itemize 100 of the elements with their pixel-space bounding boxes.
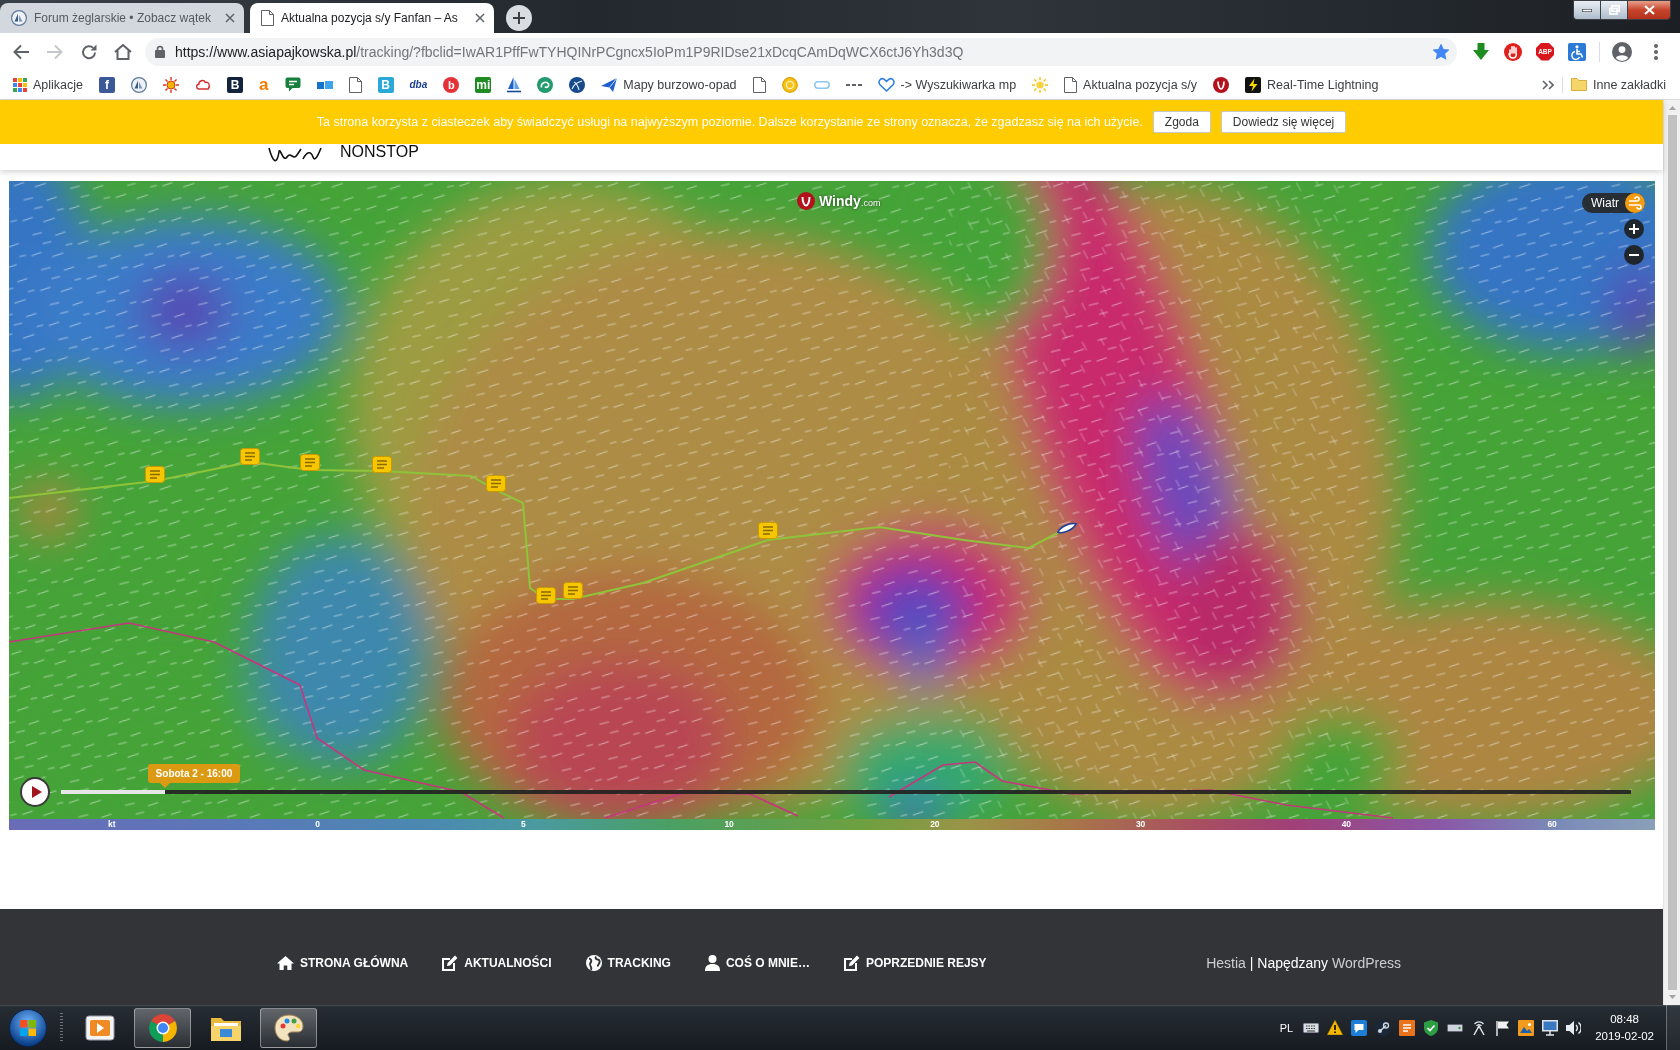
disc-logo-icon[interactable] (1213, 76, 1230, 93)
footer-menu-link[interactable]: AKTUALNOŚCI (442, 955, 552, 971)
note-marker-icon[interactable] (145, 466, 165, 483)
stop-hand-icon[interactable] (1504, 42, 1522, 61)
bookmark-link[interactable]: Aplikacje (5, 72, 92, 97)
minimize-button[interactable] (1573, 0, 1600, 20)
theme-link[interactable]: Hestia (1206, 955, 1246, 971)
taskbar-button[interactable] (260, 1007, 317, 1048)
play-tile-icon[interactable] (84, 1012, 115, 1043)
platform-link[interactable]: WordPress (1332, 955, 1401, 971)
reload-icon[interactable] (81, 43, 97, 60)
layer-button[interactable]: Wiatr (1582, 193, 1645, 213)
restore-button[interactable] (1600, 0, 1627, 20)
site-logo-text[interactable]: NONSTOP (340, 143, 419, 161)
plane-icon (601, 77, 618, 92)
bookmark-folder[interactable]: Inne zakładki (1563, 72, 1674, 97)
accept-button[interactable]: Zgoda (1152, 111, 1211, 133)
chat-icon[interactable] (1351, 1019, 1368, 1036)
lock-icon[interactable] (155, 45, 165, 58)
start-orb-icon[interactable] (9, 1008, 47, 1047)
bookmark-link[interactable]: Mapy burzowo-opad (593, 72, 745, 97)
plus-icon (1629, 224, 1639, 234)
note-marker-icon[interactable] (300, 454, 320, 471)
page-icon[interactable] (752, 76, 766, 93)
play-icon (31, 786, 42, 798)
legend-label: 40 (1341, 819, 1352, 830)
browser-tab[interactable]: Aktualna pozycja s/y Fanfan – As (250, 3, 494, 33)
palette-icon[interactable] (273, 1012, 304, 1043)
sailboat-icon[interactable] (507, 76, 522, 93)
footer-credit-text: Hestia | Napędzany WordPress (1206, 955, 1401, 971)
chat-bubble-icon[interactable] (284, 77, 301, 92)
letter-disc[interactable]: b (443, 76, 460, 93)
letter-tile[interactable]: f (99, 76, 116, 93)
heart-icon (877, 77, 895, 92)
close-icon[interactable] (225, 13, 235, 23)
swirl-icon[interactable] (537, 76, 554, 93)
note-marker-icon[interactable] (372, 456, 392, 473)
note-marker-icon[interactable] (536, 587, 556, 604)
footer-menu-link[interactable]: POPRZEDNIE REJSY (843, 955, 987, 971)
back-arrow-icon[interactable] (13, 43, 29, 60)
browser-icon[interactable] (147, 1012, 178, 1043)
footer-menu-link[interactable]: COŚ O MNIE… (704, 955, 810, 971)
timeline-track[interactable] (61, 790, 1631, 794)
monitor-icon[interactable] (1542, 1019, 1559, 1036)
browser-tab[interactable]: Forum żeglarskie • Zobacz wątek (0, 3, 244, 33)
more-bookmarks-icon[interactable] (1542, 79, 1555, 90)
menu-icon[interactable] (1654, 43, 1658, 60)
show-desktop-button[interactable] (1666, 1005, 1680, 1050)
wheelchair-icon[interactable] (1568, 42, 1586, 61)
letter-tile[interactable]: mi (475, 76, 492, 93)
shield-icon[interactable] (1423, 1019, 1440, 1036)
profile-icon[interactable] (1612, 41, 1632, 62)
home-icon[interactable] (114, 43, 132, 60)
note-marker-icon[interactable] (758, 522, 778, 539)
round-app-icon[interactable] (1375, 1019, 1392, 1036)
volume-icon[interactable] (1566, 1019, 1582, 1036)
letter-tile[interactable]: B (227, 76, 244, 93)
page-icon (1064, 76, 1078, 93)
note-marker-icon[interactable] (486, 475, 506, 492)
emblem-icon[interactable] (131, 76, 148, 93)
picture-icon[interactable] (1518, 1019, 1535, 1036)
close-window-button[interactable] (1627, 0, 1671, 20)
drive-icon[interactable] (1447, 1023, 1464, 1032)
clock[interactable]: 08:48 2019-02-02 (1595, 1010, 1654, 1045)
download-arrow-icon[interactable] (1473, 43, 1489, 60)
bookmark-link[interactable]: Aktualna pozycja s/y (1056, 72, 1206, 97)
warning-icon[interactable] (1327, 1020, 1344, 1035)
taskbar-button[interactable] (134, 1007, 191, 1048)
new-tab-button[interactable] (506, 5, 532, 31)
letter-logo[interactable]: dba (409, 76, 428, 93)
boat-icon[interactable] (1057, 522, 1077, 534)
keyboard-icon[interactable] (1303, 1022, 1320, 1033)
sun-face-icon[interactable] (163, 76, 180, 93)
globe-icon (585, 955, 602, 971)
bookmark-star-icon[interactable] (1433, 43, 1449, 60)
emblem-icon (11, 10, 27, 26)
bookmark-link[interactable]: Real-Time Lightning (1237, 72, 1387, 97)
blocks-icon[interactable] (316, 80, 333, 89)
note-marker-icon[interactable] (240, 448, 260, 465)
cloud-icon[interactable] (195, 79, 212, 90)
bookmark-link[interactable]: -> Wyszukiwarka mp (869, 72, 1025, 97)
footer-menu-link[interactable]: STRONA GŁÓWNA (277, 955, 409, 971)
scrollbar-track[interactable] (1663, 100, 1680, 1005)
legend-label: 10 (724, 819, 734, 830)
close-icon[interactable] (475, 13, 485, 23)
address-bar[interactable]: https://www.asiapajkowska.pl/tracking/?fbclid=IwAR1PffFwTYHQINrPCgncx5IoPm1P9RIDse21xDcqCAmDqWCX6ctJ6Yh3d3Q (145, 37, 1457, 66)
antenna-icon[interactable] (1471, 1019, 1488, 1036)
globe-icon[interactable] (569, 76, 586, 93)
scrollbar-thumb[interactable] (1667, 115, 1677, 990)
learn-more-button[interactable]: Dowiedz się więcej (1220, 111, 1347, 133)
flag-icon[interactable] (1495, 1019, 1511, 1036)
footer-menu-link[interactable]: TRACKING (585, 955, 671, 971)
dashes-icon[interactable] (845, 83, 862, 86)
logo-mark-icon (797, 192, 815, 210)
note-marker-icon[interactable] (563, 582, 583, 599)
close-icon (1643, 5, 1655, 15)
list-tile-icon[interactable] (1399, 1019, 1416, 1036)
language-indicator[interactable]: PL (1279, 1021, 1294, 1034)
page-icon[interactable] (348, 76, 362, 93)
legend-label: 5 (521, 819, 526, 830)
